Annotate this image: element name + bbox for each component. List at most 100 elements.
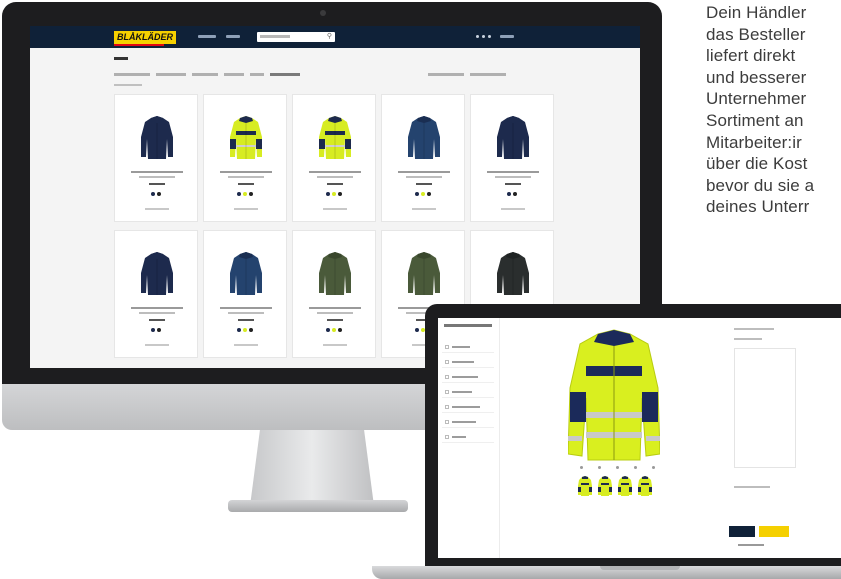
camera-dot <box>320 10 326 16</box>
color-swatch[interactable] <box>151 192 155 196</box>
nav-link-products[interactable] <box>198 35 216 38</box>
color-swatch[interactable] <box>332 192 336 196</box>
color-swatch[interactable] <box>415 328 419 332</box>
color-swatch[interactable] <box>332 328 336 332</box>
product-price <box>149 319 165 321</box>
view-dot[interactable] <box>580 466 583 469</box>
color-swatch[interactable] <box>338 192 342 196</box>
cart-icon[interactable] <box>488 35 491 38</box>
search-icon[interactable]: ⚲ <box>327 33 332 41</box>
color-swatch[interactable] <box>243 192 247 196</box>
product-card[interactable] <box>114 94 198 222</box>
product-card[interactable] <box>292 230 376 358</box>
filter-dropdown[interactable] <box>114 73 150 76</box>
product-image[interactable] <box>319 251 351 295</box>
stock-status <box>323 208 347 210</box>
checkbox[interactable] <box>445 435 449 439</box>
config-sidebar <box>438 318 500 558</box>
config-option[interactable] <box>442 400 494 413</box>
config-option[interactable] <box>442 355 494 368</box>
checkbox[interactable] <box>445 375 449 379</box>
color-swatch[interactable] <box>507 192 511 196</box>
color-swatch[interactable] <box>249 328 253 332</box>
color-swatch[interactable] <box>243 328 247 332</box>
jacket-thumbnail[interactable] <box>618 476 632 496</box>
laptop-notch <box>600 566 680 570</box>
filter-dropdown[interactable] <box>224 73 244 76</box>
view-dot[interactable] <box>616 466 619 469</box>
promo-line: deines Unterr <box>706 197 810 217</box>
wishlist-icon[interactable] <box>482 35 485 38</box>
sort-dropdown[interactable] <box>428 73 464 76</box>
product-card[interactable] <box>203 230 287 358</box>
product-card[interactable] <box>203 94 287 222</box>
account-icon[interactable] <box>476 35 479 38</box>
page-title <box>114 57 128 60</box>
color-swatch[interactable] <box>513 192 517 196</box>
color-swatch[interactable] <box>415 192 419 196</box>
config-option[interactable] <box>442 370 494 383</box>
view-dot[interactable] <box>598 466 601 469</box>
product-image[interactable] <box>497 251 529 295</box>
product-image[interactable] <box>230 251 262 295</box>
color-swatch[interactable] <box>157 192 161 196</box>
jacket-thumbnail[interactable] <box>598 476 612 496</box>
brand-logo[interactable]: BLÅKLÄDER <box>114 31 176 44</box>
config-option[interactable] <box>442 340 494 353</box>
promo-line: Mitarbeiter:ir <box>706 132 802 152</box>
color-swatch[interactable] <box>151 328 155 332</box>
color-swatch[interactable] <box>427 192 431 196</box>
jacket-thumbnail[interactable] <box>638 476 652 496</box>
stock-status <box>323 344 347 346</box>
filter-dropdown[interactable] <box>250 73 264 76</box>
product-name <box>309 171 361 173</box>
promo-line: Unternehmer <box>706 89 807 109</box>
checkbox[interactable] <box>445 390 449 394</box>
back-button[interactable] <box>729 526 755 537</box>
product-card[interactable] <box>381 94 465 222</box>
color-swatch[interactable] <box>326 328 330 332</box>
product-price <box>327 319 343 321</box>
product-image[interactable] <box>230 115 262 159</box>
product-price <box>327 183 343 185</box>
product-image[interactable] <box>497 115 529 159</box>
color-swatch[interactable] <box>326 192 330 196</box>
product-card[interactable] <box>470 94 554 222</box>
config-option[interactable] <box>442 415 494 428</box>
color-swatch[interactable] <box>237 328 241 332</box>
checkbox[interactable] <box>445 345 449 349</box>
view-dot[interactable] <box>652 466 655 469</box>
config-option[interactable] <box>442 385 494 398</box>
search-input[interactable]: ⚲ <box>257 32 335 42</box>
filter-dropdown[interactable] <box>156 73 186 76</box>
add-to-cart-button[interactable] <box>759 526 789 537</box>
product-name <box>131 307 183 309</box>
color-swatch[interactable] <box>157 328 161 332</box>
promo-line: das Besteller <box>706 24 806 44</box>
config-option[interactable] <box>442 430 494 443</box>
color-swatch[interactable] <box>237 192 241 196</box>
checkbox[interactable] <box>445 405 449 409</box>
nav-link-services[interactable] <box>226 35 240 38</box>
checkbox[interactable] <box>445 420 449 424</box>
product-card[interactable] <box>292 94 376 222</box>
filter-dropdown[interactable] <box>192 73 218 76</box>
jacket-thumbnail[interactable] <box>578 476 592 496</box>
product-name <box>131 171 183 173</box>
view-dot[interactable] <box>634 466 637 469</box>
product-image[interactable] <box>408 115 440 159</box>
product-image[interactable] <box>319 115 351 159</box>
view-selector[interactable] <box>576 466 656 470</box>
color-swatch[interactable] <box>338 328 342 332</box>
filter-dropdown[interactable] <box>270 73 300 76</box>
color-swatch[interactable] <box>249 192 253 196</box>
promo-text: Dein Händler das Besteller liefert direk… <box>706 2 841 292</box>
nav-link-account[interactable] <box>500 35 514 38</box>
product-image[interactable] <box>141 115 173 159</box>
checkbox[interactable] <box>445 360 449 364</box>
product-image[interactable] <box>408 251 440 295</box>
color-swatch[interactable] <box>421 192 425 196</box>
view-toggle[interactable] <box>470 73 506 76</box>
product-image[interactable] <box>141 251 173 295</box>
product-card[interactable] <box>114 230 198 358</box>
